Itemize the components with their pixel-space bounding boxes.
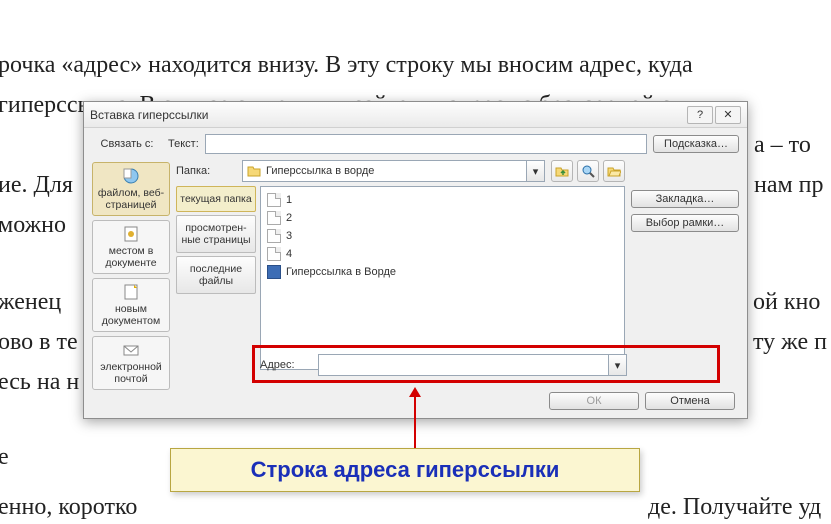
link-tab-file-web[interactable]: файлом, веб-страницей <box>92 162 170 216</box>
magnifier-globe-icon <box>581 164 595 178</box>
list-item[interactable]: Гиперссылка в Ворде <box>267 263 618 281</box>
link-tab-place-in-doc[interactable]: местом в документе <box>92 220 170 274</box>
cancel-button[interactable]: Отмена <box>645 392 735 410</box>
bg-text: ой кно <box>753 285 820 319</box>
bookmark-button[interactable]: Закладка… <box>631 190 739 208</box>
tooltip-button[interactable]: Подсказка… <box>653 135 739 153</box>
insert-hyperlink-dialog: Вставка гиперссылки ? ✕ Связать с: Текст… <box>83 101 748 419</box>
view-tab-current-folder[interactable]: текущая папка <box>176 186 256 212</box>
address-label: Адрес: <box>260 359 312 371</box>
bg-text: есь на н <box>0 365 79 399</box>
bg-text: нам пр <box>754 168 824 202</box>
file-name: 1 <box>286 191 292 209</box>
display-text-input[interactable] <box>205 134 647 154</box>
link-tab-new-doc[interactable]: новым документом <box>92 278 170 332</box>
browse-web-button[interactable] <box>577 160 599 182</box>
bg-text: а – то <box>754 128 811 162</box>
file-icon <box>267 229 281 243</box>
bg-text: можно <box>0 208 66 242</box>
link-tab-label: электронной почтой <box>95 361 167 385</box>
word-doc-icon <box>267 265 281 279</box>
folder-icon <box>247 164 261 178</box>
link-tab-email[interactable]: электронной почтой <box>92 336 170 390</box>
bg-text: ту же п <box>753 325 827 359</box>
view-tab-browsed-pages[interactable]: просмотрен-ные страницы <box>176 215 256 253</box>
file-name: 3 <box>286 227 292 245</box>
browse-file-button[interactable] <box>603 160 625 182</box>
bg-text: рочка «адрес» находится внизу. В эту стр… <box>0 48 693 82</box>
ok-button: ОК <box>549 392 639 410</box>
bg-text: енно, коротко <box>0 490 137 524</box>
doc-bookmark-icon <box>122 225 140 243</box>
file-name: Гиперссылка в Ворде <box>286 263 396 281</box>
link-tab-label: новым документом <box>95 303 167 327</box>
text-label: Текст: <box>168 138 199 150</box>
bg-text: женец <box>0 285 61 319</box>
link-target-tabs: файлом, веб-страницей местом в документе… <box>92 160 170 370</box>
up-folder-icon <box>555 164 569 178</box>
new-doc-icon <box>122 283 140 301</box>
folder-dropdown[interactable]: Гиперссылка в ворде ▾ <box>242 160 545 182</box>
help-button[interactable]: ? <box>687 106 713 124</box>
chevron-down-icon: ▾ <box>608 355 626 375</box>
email-icon <box>122 341 140 359</box>
link-tab-label: файлом, веб-страницей <box>95 187 167 211</box>
bg-text: ие. Для <box>0 168 73 202</box>
bg-text: ово в те <box>0 325 78 359</box>
list-item[interactable]: 2 <box>267 209 618 227</box>
file-list[interactable]: 1 2 3 4 <box>260 186 625 370</box>
bg-text: е <box>0 440 9 474</box>
list-item[interactable]: 3 <box>267 227 618 245</box>
list-item[interactable]: 1 <box>267 191 618 209</box>
dialog-title: Вставка гиперссылки <box>90 108 687 122</box>
bg-text: де. Получайте уд <box>648 490 821 524</box>
list-item[interactable]: 4 <box>267 245 618 263</box>
chevron-down-icon: ▾ <box>526 161 544 181</box>
file-icon <box>267 247 281 261</box>
file-icon <box>267 193 281 207</box>
close-button[interactable]: ✕ <box>715 106 741 124</box>
file-icon <box>267 211 281 225</box>
folder-value: Гиперссылка в ворде <box>266 165 374 177</box>
titlebar[interactable]: Вставка гиперссылки ? ✕ <box>84 102 747 128</box>
up-folder-button[interactable] <box>551 160 573 182</box>
file-name: 2 <box>286 209 292 227</box>
open-folder-icon <box>607 164 621 178</box>
link-tab-label: местом в документе <box>95 245 167 269</box>
address-input[interactable]: ▾ <box>318 354 627 376</box>
folder-label: Папка: <box>176 165 236 177</box>
link-with-label: Связать с: <box>92 138 162 150</box>
target-frame-button[interactable]: Выбор рамки… <box>631 214 739 232</box>
annotation-callout: Строка адреса гиперссылки <box>170 448 640 492</box>
file-name: 4 <box>286 245 292 263</box>
globe-page-icon <box>122 167 140 185</box>
annotation-arrow <box>414 395 416 449</box>
help-icon: ? <box>697 109 703 121</box>
close-icon: ✕ <box>723 108 732 121</box>
view-tab-recent-files[interactable]: последние файлы <box>176 256 256 294</box>
